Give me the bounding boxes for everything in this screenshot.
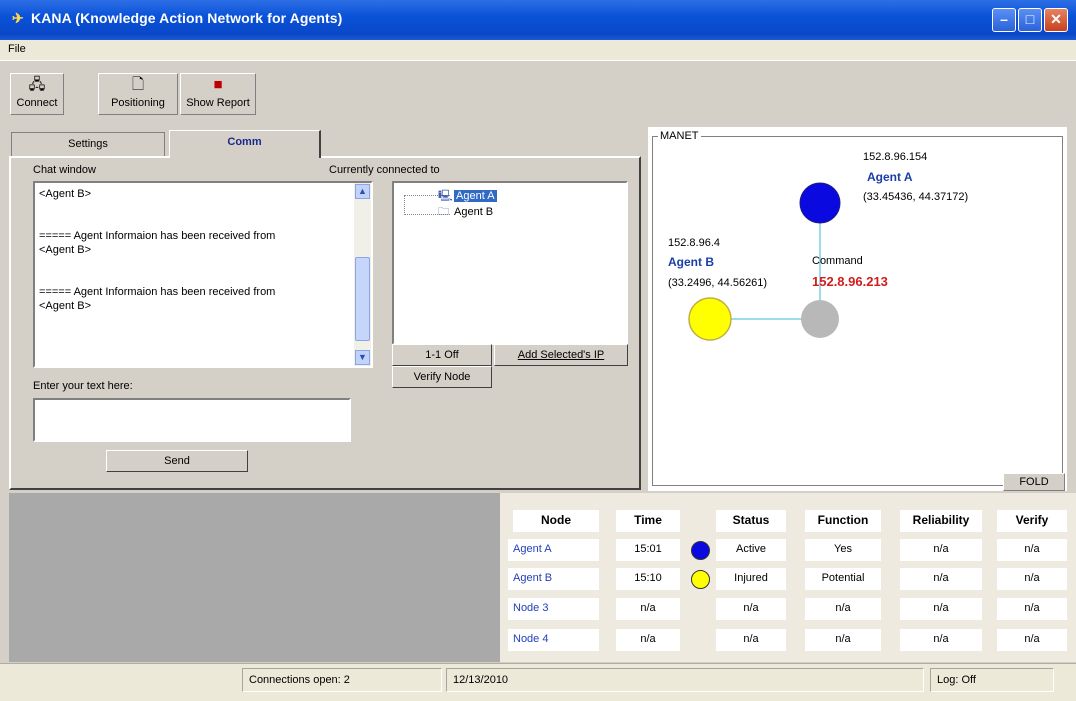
connected-tree[interactable]: 🖳 Agent A 🗀 Agent B xyxy=(392,181,628,345)
chat-input[interactable] xyxy=(33,398,351,442)
row-node-4[interactable]: Node 4 xyxy=(508,629,599,651)
one-to-one-button[interactable]: 1-1 Off xyxy=(392,344,492,366)
connections-open: Connections open: 2 xyxy=(242,668,442,692)
status-date: 12/13/2010 xyxy=(446,668,924,692)
row-function: Potential xyxy=(805,568,881,590)
scroll-thumb[interactable] xyxy=(355,257,370,341)
row-verify: n/a xyxy=(997,568,1067,590)
scroll-down-icon[interactable]: ▼ xyxy=(355,350,370,365)
menu-bar: File xyxy=(0,40,1076,60)
folder-icon: 🗀 xyxy=(438,206,449,218)
header-node: Node xyxy=(513,510,599,532)
row-verify: n/a xyxy=(997,629,1067,651)
minimize-icon: – xyxy=(1000,11,1008,27)
chat-window-label: Chat window xyxy=(33,164,96,176)
header-function: Function xyxy=(805,510,881,532)
agent-b-node[interactable] xyxy=(688,297,732,341)
row-reliability: n/a xyxy=(900,568,982,590)
add-selected-ip-button[interactable]: Add Selected's IP xyxy=(494,344,628,366)
agent-a-node[interactable] xyxy=(799,182,841,224)
row-reliability: n/a xyxy=(900,539,982,561)
maximize-icon: □ xyxy=(1025,11,1035,27)
row-node-agent-b[interactable]: Agent B xyxy=(508,568,599,590)
command-ip: 152.8.96.213 xyxy=(812,274,888,289)
row-verify: n/a xyxy=(997,539,1067,561)
row-node-3[interactable]: Node 3 xyxy=(508,598,599,620)
close-icon: ✕ xyxy=(1050,11,1062,27)
agent-a-coords: (33.45436, 44.37172) xyxy=(863,191,969,203)
connected-label: Currently connected to xyxy=(329,164,440,176)
row-function: Yes xyxy=(805,539,881,561)
kana-app-icon: ✈ xyxy=(12,10,24,26)
manet-panel: MANET 152.8.96.154 Agent A (33.45436, 44… xyxy=(648,127,1067,491)
tree-item-label: Agent A xyxy=(454,190,497,202)
row-status: n/a xyxy=(716,598,786,620)
title-bar[interactable]: ✈ KANA (Knowledge Action Network for Age… xyxy=(0,0,1076,40)
maximize-button[interactable]: □ xyxy=(1018,8,1042,32)
row-node-agent-a[interactable]: Agent A xyxy=(508,539,599,561)
chat-window[interactable]: <Agent B> ===== Agent Informaion has bee… xyxy=(33,181,373,368)
row-time: 15:01 xyxy=(616,539,680,561)
header-reliability: Reliability xyxy=(900,510,982,532)
show-report-button[interactable]: ■ Show Report xyxy=(180,73,256,115)
comm-panel: Chat window <Agent B> ===== Agent Inform… xyxy=(9,156,641,490)
row-reliability: n/a xyxy=(900,629,982,651)
row-status: Active xyxy=(716,539,786,561)
send-button[interactable]: Send xyxy=(106,450,248,472)
row-time: n/a xyxy=(616,629,680,651)
positioning-button[interactable]: 🗋 Positioning xyxy=(98,73,178,115)
connect-button[interactable]: 🖧 Connect xyxy=(10,73,64,115)
chat-log: <Agent B> ===== Agent Informaion has bee… xyxy=(39,187,357,341)
row-time: n/a xyxy=(616,598,680,620)
close-button[interactable]: ✕ xyxy=(1044,8,1068,32)
verify-node-button[interactable]: Verify Node xyxy=(392,366,492,388)
status-bar: Connections open: 2 12/13/2010 Log: Off xyxy=(0,663,1076,701)
header-verify: Verify xyxy=(997,510,1067,532)
header-status: Status xyxy=(716,510,786,532)
row-function: n/a xyxy=(805,629,881,651)
empty-area xyxy=(9,493,500,662)
minimize-button[interactable]: – xyxy=(992,8,1016,32)
status-dot xyxy=(691,541,710,560)
row-status: n/a xyxy=(716,629,786,651)
status-dot xyxy=(691,570,710,589)
show-report-label: Show Report xyxy=(186,97,250,109)
toolbar: 🖧 Connect 🗋 Positioning ■ Show Report xyxy=(0,60,1076,118)
scroll-up-icon[interactable]: ▲ xyxy=(355,184,370,199)
connect-label: Connect xyxy=(16,97,58,109)
menu-file[interactable]: File xyxy=(8,43,26,55)
row-reliability: n/a xyxy=(900,598,982,620)
row-verify: n/a xyxy=(997,598,1067,620)
document-search-icon: 🗋 xyxy=(131,76,145,93)
report-book-icon: ■ xyxy=(213,76,223,93)
chat-scrollbar[interactable]: ▲ ▼ xyxy=(354,183,371,366)
agent-a-name: Agent A xyxy=(867,170,913,184)
header-time: Time xyxy=(616,510,680,532)
row-time: 15:10 xyxy=(616,568,680,590)
network-graph xyxy=(688,182,841,341)
chat-line: ===== Agent Informaion has been received… xyxy=(39,286,276,312)
agent-a-ip: 152.8.96.154 xyxy=(863,151,928,163)
window-title: KANA (Knowledge Action Network for Agent… xyxy=(31,10,343,26)
row-status: Injured xyxy=(716,568,786,590)
chat-line: ===== Agent Informaion has been received… xyxy=(39,230,276,256)
positioning-label: Positioning xyxy=(111,97,165,109)
network-computers-icon: 🖧 xyxy=(28,76,46,93)
tab-container: Settings Comm Chat window <Agent B> ====… xyxy=(9,130,641,490)
fold-button[interactable]: FOLD xyxy=(1003,473,1065,491)
command-label: Command xyxy=(812,255,863,267)
chat-line: <Agent B> xyxy=(39,188,91,200)
command-node[interactable] xyxy=(801,300,839,338)
tree-item-label: Agent B xyxy=(454,206,494,218)
tree-item-agent-b[interactable]: 🗀 Agent B xyxy=(438,203,493,222)
node-status-table: Node Time Status Function Reliability Ve… xyxy=(500,493,1076,662)
enter-text-label: Enter your text here: xyxy=(33,380,133,392)
row-function: n/a xyxy=(805,598,881,620)
tab-comm[interactable]: Comm xyxy=(169,130,321,158)
tab-settings[interactable]: Settings xyxy=(11,132,165,156)
agent-b-ip: 152.8.96.4 xyxy=(668,237,720,249)
agent-b-name: Agent B xyxy=(668,255,714,269)
agent-b-coords: (33.2496, 44.56261) xyxy=(668,277,768,289)
log-status: Log: Off xyxy=(930,668,1054,692)
